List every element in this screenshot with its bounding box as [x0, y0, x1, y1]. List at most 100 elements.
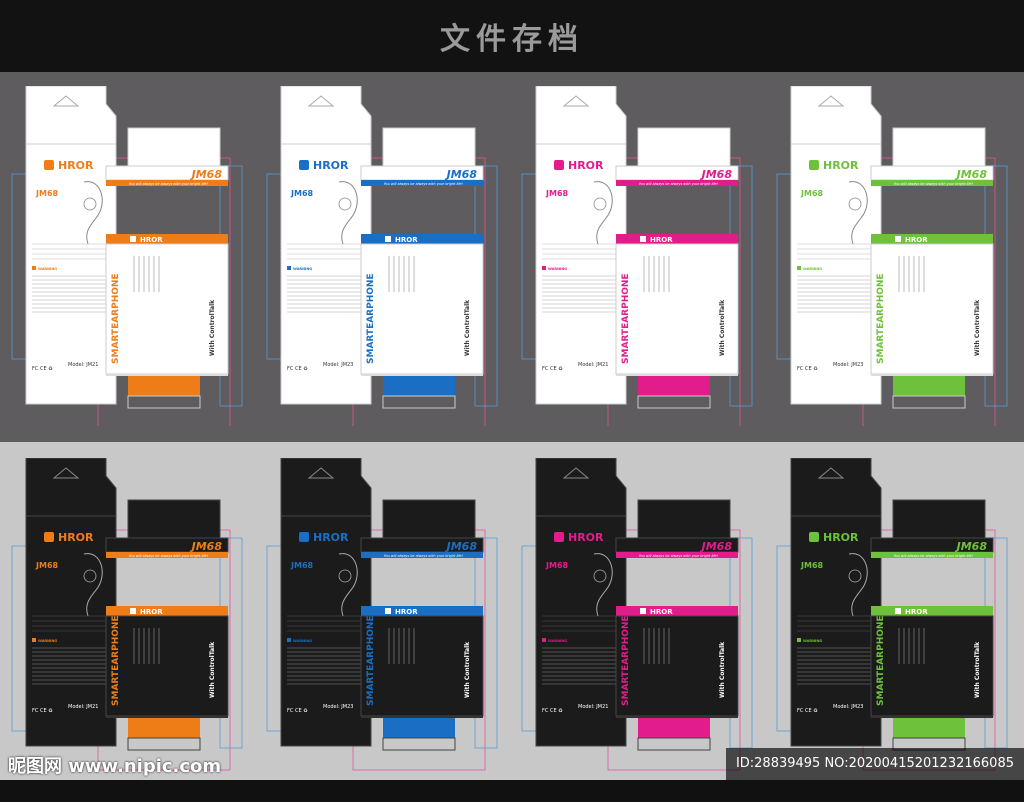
- vertical-title-group: SMARTEARPHONE: [111, 273, 121, 364]
- bottom-divider: [871, 374, 993, 376]
- vertical-control-group: With ControlTalk: [719, 299, 726, 356]
- cert-icons: FC CE ♻: [32, 708, 53, 714]
- brand-logo-icon: [44, 532, 54, 542]
- hang-tab: [535, 85, 627, 145]
- brand-logo-icon: [44, 160, 54, 170]
- front-model-code: JM68: [800, 189, 824, 198]
- package-model-label: Model: JM23: [323, 704, 353, 710]
- bottom-divider: [361, 716, 483, 718]
- warning-icon: [32, 638, 36, 642]
- cert-icons: FC CE ♻: [32, 366, 53, 372]
- vertical-control-group: With ControlTalk: [464, 641, 471, 698]
- dieline-svg: JM68You will always be always with your …: [521, 457, 753, 771]
- accent-band: [106, 606, 228, 616]
- cert-icons: FC CE ♻: [542, 708, 563, 714]
- model-code: JM68: [700, 168, 733, 181]
- tagline: You will always be always with your brig…: [384, 554, 464, 558]
- band-brand: HROR: [395, 236, 418, 244]
- vertical-control-group: With ControlTalk: [464, 299, 471, 356]
- front-model-code: JM68: [800, 561, 824, 570]
- product-title: SMARTEARPHONE: [876, 615, 886, 706]
- site-watermark: 昵图网 www.nipic.com: [8, 756, 222, 777]
- guide-left: [266, 545, 282, 732]
- vertical-title-group: SMARTEARPHONE: [876, 273, 886, 364]
- warning-icon: [542, 638, 546, 642]
- warning-label: WARNING: [548, 267, 567, 271]
- warning-label: WARNING: [38, 639, 57, 643]
- package-dieline-4: JM68 You will always be always with your …: [775, 85, 1010, 429]
- vertical-title-group: SMARTEARPHONE: [621, 615, 631, 706]
- tagline: You will always be always with your brig…: [384, 182, 464, 186]
- bottom-flap: [127, 395, 201, 409]
- dieline-svg: JM68You will always be always with your …: [11, 457, 243, 771]
- guide-left: [11, 173, 27, 360]
- brand-name: HROR: [823, 531, 859, 544]
- warning-icon: [797, 266, 801, 270]
- package-dieline-8: JM68 You will always be always with your …: [775, 457, 1010, 798]
- control-talk-label: With ControlTalk: [464, 299, 471, 356]
- warning-label: WARNING: [803, 267, 822, 271]
- vertical-title-group: SMARTEARPHONE: [366, 273, 376, 364]
- vertical-control-group: With ControlTalk: [209, 299, 216, 356]
- band-logo-icon: [895, 236, 901, 242]
- product-title: SMARTEARPHONE: [111, 615, 121, 706]
- warning-label: WARNING: [38, 267, 57, 271]
- accent-bottom-block: [383, 716, 455, 738]
- cert-icons: FC CE ♻: [797, 708, 818, 714]
- brand-logo-icon: [554, 160, 564, 170]
- package-model-label: Model: JM23: [833, 362, 863, 368]
- tagline: You will always be always with your brig…: [894, 554, 974, 558]
- accent-bottom-block: [128, 374, 200, 396]
- accent-bottom-block: [638, 374, 710, 396]
- bottom-divider: [106, 374, 228, 376]
- band-logo-icon: [130, 236, 136, 242]
- band-logo-icon: [640, 236, 646, 242]
- vertical-title-group: SMARTEARPHONE: [366, 615, 376, 706]
- vertical-control-group: With ControlTalk: [974, 641, 981, 698]
- package-dieline-6: JM68 You will always be always with your …: [265, 457, 500, 798]
- cert-icons: FC CE ♻: [287, 366, 308, 372]
- brand-name: HROR: [568, 159, 604, 172]
- band-brand: HROR: [905, 608, 928, 616]
- page-title: 文件存档: [440, 22, 584, 57]
- hang-tab: [790, 457, 882, 517]
- footer-watermarks: 昵图网 www.nipic.com ID:28839495 NO:2020041…: [0, 748, 1024, 780]
- package-dieline-1: JM68 You will always be always with your …: [10, 85, 245, 429]
- product-title: SMARTEARPHONE: [366, 615, 376, 706]
- product-title: SMARTEARPHONE: [621, 615, 631, 706]
- control-talk-label: With ControlTalk: [719, 299, 726, 356]
- product-title: SMARTEARPHONE: [366, 273, 376, 364]
- model-code: JM68: [190, 540, 223, 553]
- package-dieline-2: JM68 You will always be always with your …: [265, 85, 500, 429]
- front-model-code: JM68: [290, 189, 314, 198]
- control-talk-label: With ControlTalk: [209, 299, 216, 356]
- hang-tab: [535, 457, 627, 517]
- bottom-flap: [637, 395, 711, 409]
- band-brand: HROR: [650, 236, 673, 244]
- brand-logo-icon: [809, 160, 819, 170]
- accent-band: [361, 234, 483, 244]
- bottom-divider: [106, 716, 228, 718]
- vertical-title-group: SMARTEARPHONE: [111, 615, 121, 706]
- band-brand: HROR: [395, 608, 418, 616]
- band-brand: HROR: [650, 608, 673, 616]
- bottom-flap: [892, 395, 966, 409]
- brand-name: HROR: [568, 531, 604, 544]
- guide-left: [776, 545, 792, 732]
- brand-name: HROR: [313, 531, 349, 544]
- guide-left: [776, 173, 792, 360]
- bottom-flap: [382, 395, 456, 409]
- warning-label: WARNING: [293, 639, 312, 643]
- dieline-svg: JM68You will always be always with your …: [776, 85, 1008, 429]
- brand-name: HROR: [313, 159, 349, 172]
- bottom-divider: [616, 716, 738, 718]
- hang-tab: [280, 85, 372, 145]
- vertical-title-group: SMARTEARPHONE: [876, 615, 886, 706]
- brand-name: HROR: [58, 531, 94, 544]
- warning-label: WARNING: [293, 267, 312, 271]
- control-talk-label: With ControlTalk: [974, 299, 981, 356]
- accent-bottom-block: [638, 716, 710, 738]
- model-code: JM68: [445, 168, 478, 181]
- package-model-label: Model: JM21: [68, 362, 98, 368]
- brand-logo-icon: [299, 160, 309, 170]
